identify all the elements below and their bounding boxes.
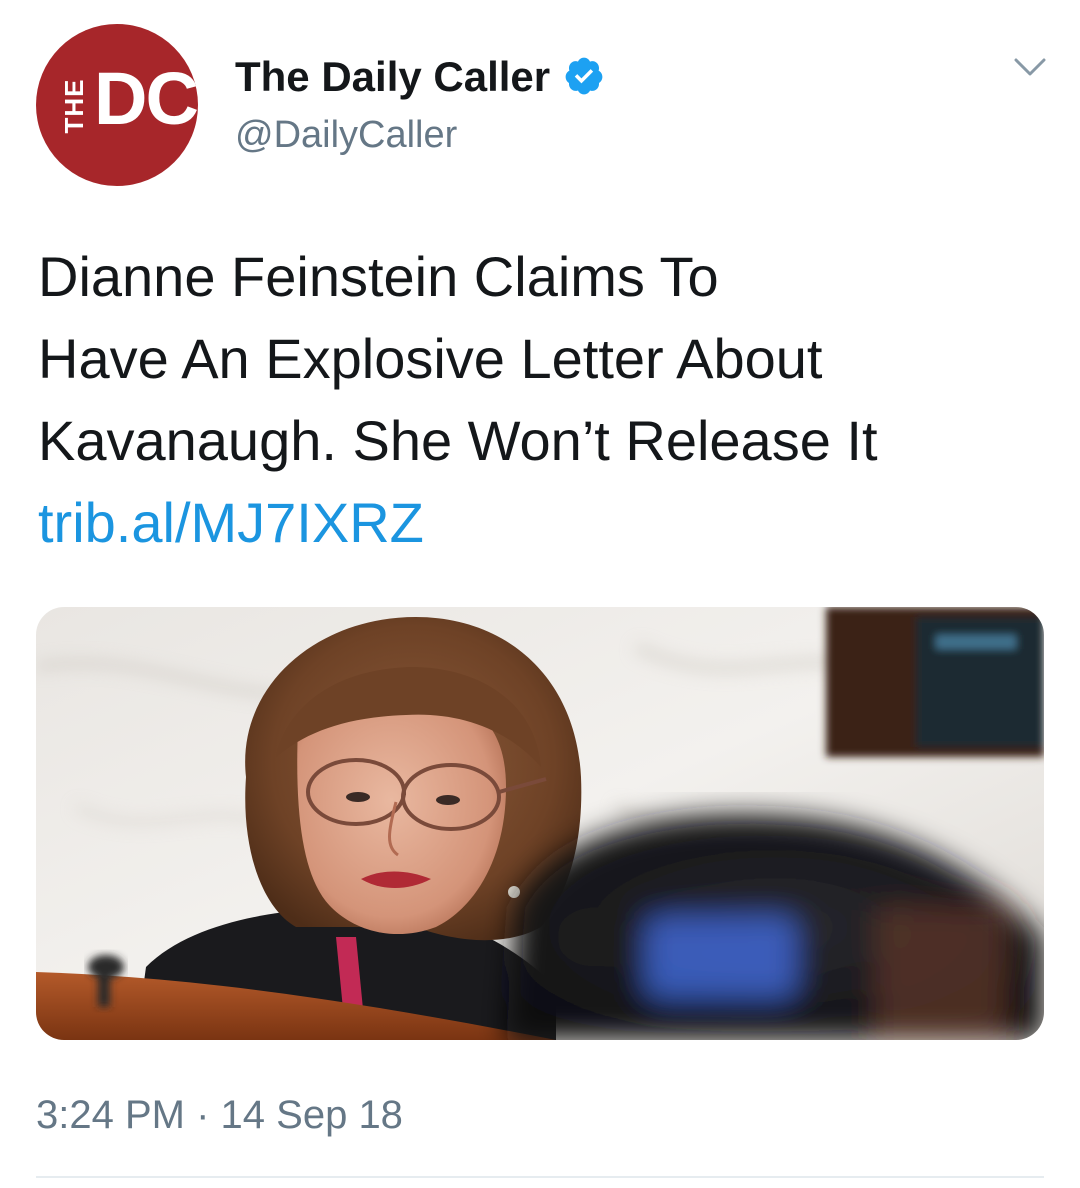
account-handle[interactable]: @DailyCaller — [235, 114, 457, 157]
avatar-logo-dc: DC — [94, 57, 198, 140]
tweet-text-line: Dianne Feinstein Claims To — [38, 245, 719, 308]
avatar[interactable]: THE DC — [36, 24, 198, 186]
tweet-text-line: Kavanaugh. She Won’t Release It — [38, 409, 878, 472]
tweet-photo[interactable] — [36, 607, 1044, 1040]
divider — [36, 1176, 1044, 1178]
tweet-link[interactable]: trib.al/MJ7IXRZ — [38, 491, 424, 554]
tweet-timestamp[interactable]: 3:24 PM · 14 Sep 18 — [36, 1093, 403, 1137]
tweet-text-line: Have An Explosive Letter About — [38, 327, 823, 390]
verified-badge-icon — [565, 57, 603, 95]
tweet-time: 3:24 PM — [36, 1093, 185, 1137]
tweet-date: 14 Sep 18 — [220, 1093, 403, 1137]
tweet-card: THE DC The Daily Caller @DailyCaller Dia… — [0, 0, 1080, 1188]
chevron-down-icon[interactable] — [1008, 50, 1052, 86]
display-name[interactable]: The Daily Caller — [235, 53, 550, 100]
photo-illustration — [36, 607, 1044, 1040]
tweet-text: Dianne Feinstein Claims To Have An Explo… — [38, 236, 1048, 564]
timestamp-separator: · — [196, 1093, 210, 1137]
